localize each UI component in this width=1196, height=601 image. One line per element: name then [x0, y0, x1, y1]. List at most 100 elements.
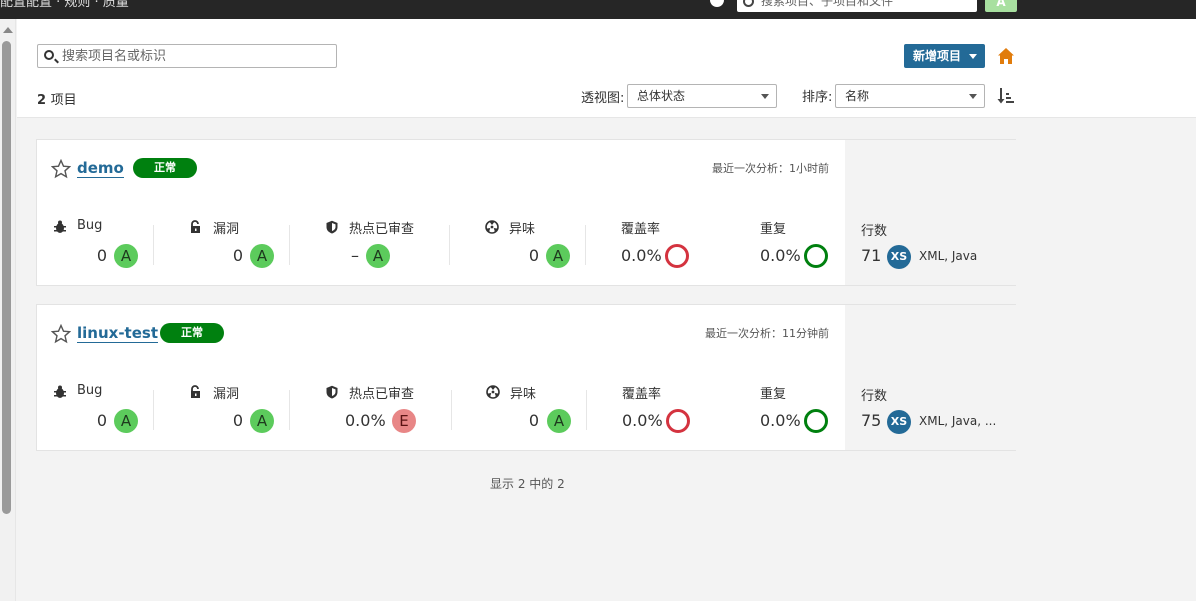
- favorite-star-icon[interactable]: [51, 324, 71, 344]
- duplications-ring-icon: [804, 409, 828, 433]
- bugs-value: 0: [96, 411, 107, 430]
- project-search[interactable]: [37, 44, 337, 68]
- bugs-value: 0: [96, 246, 107, 265]
- sort-value: 名称: [845, 89, 870, 103]
- new-project-button[interactable]: 新增项目: [904, 44, 985, 68]
- radiation-icon: [486, 385, 500, 399]
- metric-label: Bug: [77, 218, 103, 233]
- hotspots-rating: A: [366, 244, 390, 268]
- last-analysis: 最近一次分析：11分钟前: [705, 327, 829, 340]
- divider: [585, 225, 586, 265]
- metric-label: 漏洞: [213, 387, 240, 402]
- bug-icon: [54, 220, 66, 233]
- sort-select[interactable]: 名称: [835, 84, 985, 108]
- last-analysis: 最近一次分析：1小时前: [712, 162, 829, 175]
- scrollbar-thumb[interactable]: [2, 41, 11, 514]
- projects-page: 新增项目 2 项目 透视图: 总体状态 排序: 名称: [17, 19, 1196, 601]
- metric-label: 重复: [760, 387, 787, 402]
- metric-label: 热点已审查: [349, 222, 415, 237]
- coverage-value: 0.0%: [622, 411, 663, 430]
- lines-label: 行数: [861, 389, 888, 404]
- favorite-star-icon[interactable]: [51, 159, 71, 179]
- perspective-select[interactable]: 总体状态: [627, 84, 777, 108]
- projects-toolbar: 新增项目 2 项目 透视图: 总体状态 排序: 名称: [17, 19, 1196, 118]
- duplications-value: 0.0%: [760, 246, 801, 265]
- coverage-ring-icon: [665, 244, 689, 268]
- vulnerabilities-value: 0: [232, 411, 243, 430]
- bugs-rating: A: [114, 244, 138, 268]
- size-badge: XS: [887, 410, 911, 434]
- chevron-down-icon: [761, 94, 769, 99]
- project-name-link[interactable]: demo: [77, 159, 124, 178]
- divider: [153, 390, 154, 430]
- shield-icon: [326, 220, 338, 234]
- project-card: demo 正常 最近一次分析：1小时前 Bug 0 A 漏洞 0 A 热点已审查…: [36, 139, 1016, 286]
- project-search-input[interactable]: [62, 47, 332, 65]
- divider: [449, 225, 450, 265]
- code-smells-value: 0: [528, 411, 539, 430]
- divider: [153, 225, 154, 265]
- quality-gate-status-badge: 正常: [160, 323, 224, 343]
- sort-label: 排序:: [802, 90, 833, 105]
- lines-value: 75: [861, 411, 882, 430]
- avatar[interactable]: A: [985, 0, 1017, 12]
- code-smells-value: 0: [528, 246, 539, 265]
- hotspots-rating: E: [392, 409, 416, 433]
- lines-label: 行数: [861, 224, 888, 239]
- metric-label: 覆盖率: [621, 222, 661, 237]
- bugs-rating: A: [114, 409, 138, 433]
- duplications-ring-icon: [804, 244, 828, 268]
- divider: [586, 390, 587, 430]
- home-icon[interactable]: [997, 47, 1015, 65]
- coverage-ring-icon: [666, 409, 690, 433]
- lock-open-icon: [191, 220, 200, 233]
- code-smells-rating: A: [547, 409, 571, 433]
- new-project-label: 新增项目: [913, 49, 962, 63]
- metric-label: 重复: [760, 222, 787, 237]
- search-icon: [44, 50, 54, 60]
- global-search-input[interactable]: 搜索项目、子项目和文件: [737, 0, 977, 12]
- metric-label: 漏洞: [213, 222, 240, 237]
- divider: [289, 225, 290, 265]
- languages: XML, Java: [919, 249, 978, 263]
- radiation-icon: [485, 220, 499, 234]
- project-count: 2 项目: [37, 89, 77, 108]
- bug-icon: [54, 385, 66, 398]
- metric-label: Bug: [77, 383, 103, 398]
- size-badge: XS: [887, 245, 911, 269]
- project-count-number: 2: [37, 93, 47, 108]
- vulnerabilities-rating: A: [250, 244, 274, 268]
- code-smells-rating: A: [546, 244, 570, 268]
- perspective-label: 透视图:: [581, 91, 625, 106]
- top-navigation-bar: 配置配置 · 规则 · 质量 搜索项目、子项目和文件 A: [0, 0, 1196, 19]
- scroll-up-arrow-icon[interactable]: [3, 27, 13, 33]
- project-name-link[interactable]: linux-test: [77, 324, 158, 343]
- breadcrumb[interactable]: 配置配置 · 规则 · 质量: [0, 0, 129, 10]
- metric-label: 热点已审查: [349, 387, 415, 402]
- hotspots-value: 0.0%: [345, 411, 386, 430]
- quality-gate-status-badge: 正常: [133, 158, 197, 178]
- pagination-summary: 显示 2 中的 2: [490, 477, 565, 491]
- perspective-value: 总体状态: [637, 89, 686, 103]
- project-card: linux-test 正常 最近一次分析：11分钟前 Bug 0 A 漏洞 0 …: [36, 304, 1016, 451]
- lines-value: 71: [861, 246, 882, 265]
- metric-label: 异味: [509, 222, 536, 237]
- shield-icon: [326, 385, 338, 399]
- languages: XML, Java, ...: [919, 414, 997, 428]
- vulnerabilities-value: 0: [232, 246, 243, 265]
- help-icon[interactable]: [710, 0, 724, 7]
- divider: [289, 390, 290, 430]
- chevron-down-icon: [969, 94, 977, 99]
- project-count-label: 项目: [50, 93, 77, 108]
- hotspots-value: –: [351, 246, 359, 265]
- lock-open-icon: [191, 385, 200, 398]
- divider: [451, 390, 452, 430]
- global-search-placeholder: 搜索项目、子项目和文件: [761, 0, 894, 8]
- sort-direction-icon[interactable]: [997, 87, 1015, 105]
- chevron-down-icon: [969, 54, 977, 59]
- scrollbar[interactable]: [0, 19, 16, 601]
- metric-label: 异味: [510, 387, 537, 402]
- metric-label: 覆盖率: [622, 387, 662, 402]
- search-icon: [743, 0, 754, 7]
- vulnerabilities-rating: A: [250, 409, 274, 433]
